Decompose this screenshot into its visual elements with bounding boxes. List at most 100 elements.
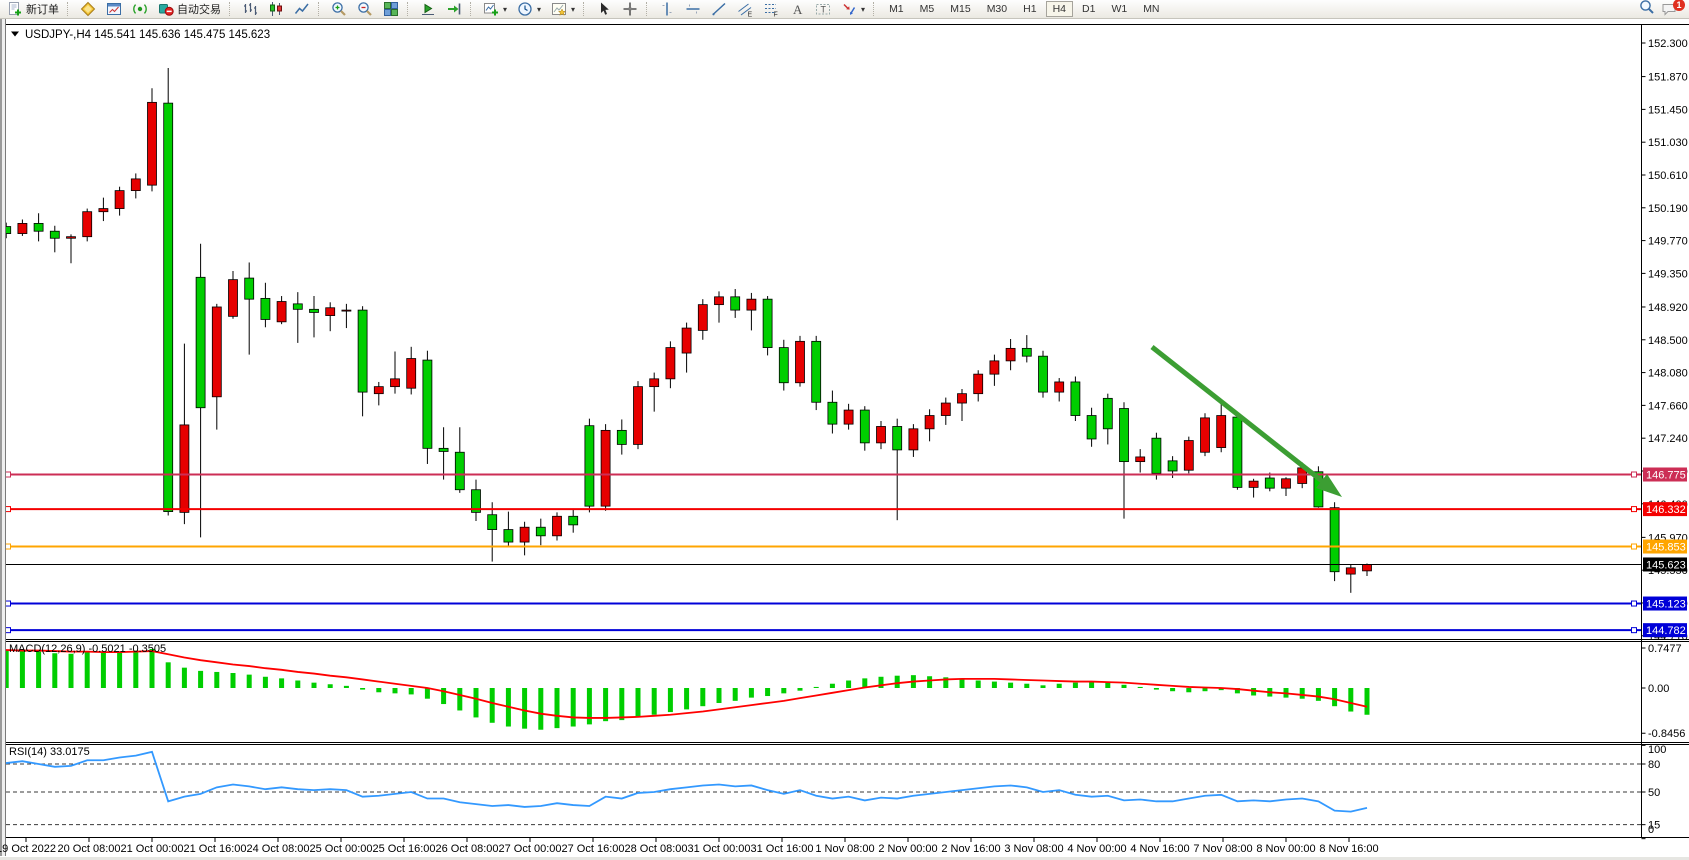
text-a-icon: A [789, 1, 805, 17]
text-tool-button[interactable]: A [785, 1, 809, 18]
arrows-icon [841, 1, 857, 17]
chart-window-icon [106, 1, 122, 17]
templates-button[interactable]: ▾ [547, 1, 579, 18]
bar-chart-mode-button[interactable] [238, 1, 262, 18]
svg-text:151.030: 151.030 [1648, 137, 1688, 149]
line-handle[interactable] [6, 601, 11, 606]
search-icon [1639, 0, 1655, 15]
timeframe-h1-button[interactable]: H1 [1016, 1, 1043, 17]
candlestick-mode-button[interactable] [264, 1, 288, 18]
line-handle[interactable] [1632, 472, 1637, 477]
toolbar-separator [873, 2, 878, 16]
horizontal-line-tool-button[interactable] [681, 1, 705, 18]
svg-text:25 Oct 00:00: 25 Oct 00:00 [310, 843, 373, 855]
rsi-indicator-label: RSI(14) 33.0175 [9, 746, 90, 758]
svg-text:146.332: 146.332 [1646, 504, 1686, 516]
svg-text:A: A [793, 2, 803, 17]
auto-scroll-button[interactable] [416, 1, 440, 18]
periods-button[interactable]: ▾ [513, 1, 545, 18]
line-handle[interactable] [1632, 601, 1637, 606]
indicators-button[interactable]: ▾ [479, 1, 511, 18]
chart-shift-button[interactable] [442, 1, 466, 18]
timeframe-w1-button[interactable]: W1 [1104, 1, 1134, 17]
clock-icon [517, 1, 533, 17]
line-chart-mode-button[interactable] [290, 1, 314, 18]
tile-icon [383, 1, 399, 17]
svg-text:100: 100 [1648, 744, 1666, 756]
fibo-icon: F [763, 1, 779, 17]
crosshair-tool-button[interactable] [618, 1, 642, 18]
tile-windows-button[interactable] [379, 1, 403, 18]
line-handle[interactable] [6, 628, 11, 633]
timeframe-m1-button[interactable]: M1 [882, 1, 911, 17]
svg-text:148.500: 148.500 [1648, 335, 1688, 347]
vline-icon [659, 1, 675, 17]
svg-text:7 Nov 08:00: 7 Nov 08:00 [1193, 843, 1252, 855]
line-handle[interactable] [1632, 628, 1637, 633]
linechart-icon [294, 1, 310, 17]
svg-text:8 Nov 16:00: 8 Nov 16:00 [1319, 843, 1378, 855]
auto-trading-label: 自动交易 [177, 1, 221, 17]
timeframe-d1-button[interactable]: D1 [1075, 1, 1102, 17]
gold-diamond-button[interactable] [76, 1, 100, 18]
candles-icon [268, 1, 284, 17]
line-handle[interactable] [6, 507, 11, 512]
signals-button[interactable] [128, 1, 152, 18]
new-chart-button[interactable] [102, 1, 126, 18]
svg-text:147.660: 147.660 [1648, 400, 1688, 412]
timeframe-m30-button[interactable]: M30 [980, 1, 1014, 17]
arrows-tool-button[interactable]: ▾ [837, 1, 869, 18]
text-label-tool-button[interactable]: T [811, 1, 835, 18]
fibonacci-tool-button[interactable]: F [759, 1, 783, 18]
crosshair-icon [622, 1, 638, 17]
macd-indicator-label: MACD(12,26,9) -0.5021 -0.3505 [9, 643, 166, 655]
svg-text:20 Oct 08:00: 20 Oct 08:00 [58, 843, 121, 855]
new-order-button[interactable]: 新订单 [3, 1, 63, 18]
line-handle[interactable] [1632, 544, 1637, 549]
line-handle[interactable] [1632, 507, 1637, 512]
label-t-icon: T [815, 1, 831, 17]
svg-text:31 Oct 16:00: 31 Oct 16:00 [751, 843, 814, 855]
price-level-label: 145.623 [1643, 557, 1687, 571]
svg-text:150.190: 150.190 [1648, 203, 1688, 215]
svg-text:147.240: 147.240 [1648, 433, 1688, 445]
zoom-out-button[interactable] [353, 1, 377, 18]
toolbar-separator [318, 2, 323, 16]
line-handle[interactable] [6, 472, 11, 477]
svg-text:4 Nov 16:00: 4 Nov 16:00 [1130, 843, 1189, 855]
price-level-label: 144.782 [1643, 623, 1687, 637]
cursor-tool-button[interactable] [592, 1, 616, 18]
equidistant-channel-tool-button[interactable]: E [733, 1, 757, 18]
svg-text:144.782: 144.782 [1646, 625, 1686, 637]
timeframe-m15-button[interactable]: M15 [943, 1, 977, 17]
shift-icon [446, 1, 462, 17]
chevron-down-icon: ▾ [503, 5, 507, 14]
svg-text:E: E [748, 12, 753, 18]
chart-canvas[interactable]: 152.300151.870151.450151.030150.610150.1… [0, 0, 1689, 860]
svg-text:27 Oct 00:00: 27 Oct 00:00 [499, 843, 562, 855]
zoom-in-button[interactable] [327, 1, 351, 18]
line-handle[interactable] [6, 544, 11, 549]
timeframe-h4-button[interactable]: H4 [1046, 1, 1073, 17]
toolbar-separator [646, 2, 651, 16]
price-level-label: 146.332 [1643, 502, 1687, 516]
timeframe-m5-button[interactable]: M5 [913, 1, 942, 17]
svg-text:148.920: 148.920 [1648, 302, 1688, 314]
timeframe-mn-button[interactable]: MN [1136, 1, 1166, 17]
svg-text:151.450: 151.450 [1648, 104, 1688, 116]
svg-text:2 Nov 00:00: 2 Nov 00:00 [878, 843, 937, 855]
svg-text:0.00: 0.00 [1648, 683, 1669, 695]
new-order-label: 新订单 [26, 1, 59, 17]
notifications-button[interactable]: 1 [1661, 1, 1681, 18]
svg-text:152.300: 152.300 [1648, 38, 1688, 50]
chevron-down-icon: ▾ [571, 5, 575, 14]
vertical-line-tool-button[interactable] [655, 1, 679, 18]
toolbar-separator [407, 2, 412, 16]
auto-trading-button[interactable]: 自动交易 [154, 1, 225, 18]
svg-text:149.770: 149.770 [1648, 236, 1688, 248]
toolbar-separator [67, 2, 72, 16]
chevron-down-icon: ▾ [537, 5, 541, 14]
svg-text:149.350: 149.350 [1648, 268, 1688, 280]
trendline-tool-button[interactable] [707, 1, 731, 18]
search-button[interactable] [1639, 0, 1655, 20]
